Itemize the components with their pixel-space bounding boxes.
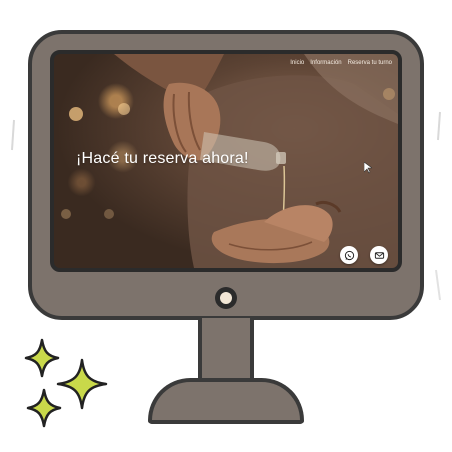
whatsapp-button[interactable] — [340, 246, 358, 264]
mail-icon — [374, 251, 384, 259]
webcam-lens — [220, 292, 232, 304]
whatsapp-icon — [344, 250, 354, 260]
nav-item-informacion[interactable]: Información — [310, 60, 341, 66]
hero-title: ¡Hacé tu reserva ahora! — [76, 150, 249, 167]
monitor-neck — [198, 318, 254, 384]
nav-item-reserva[interactable]: Reserva tu turno — [348, 60, 392, 66]
monitor-base — [148, 378, 304, 424]
webcam-icon — [215, 287, 237, 309]
mouse-cursor-icon — [364, 162, 372, 174]
mail-button[interactable] — [370, 246, 388, 264]
monitor-screen: Inicio Información Reserva tu turno ¡Hac… — [50, 50, 402, 272]
sparkles-icon — [24, 338, 108, 428]
monitor-illustration: Inicio Información Reserva tu turno ¡Hac… — [0, 0, 452, 452]
nav-item-inicio[interactable]: Inicio — [290, 60, 304, 66]
site-nav: Inicio Información Reserva tu turno — [290, 60, 392, 66]
